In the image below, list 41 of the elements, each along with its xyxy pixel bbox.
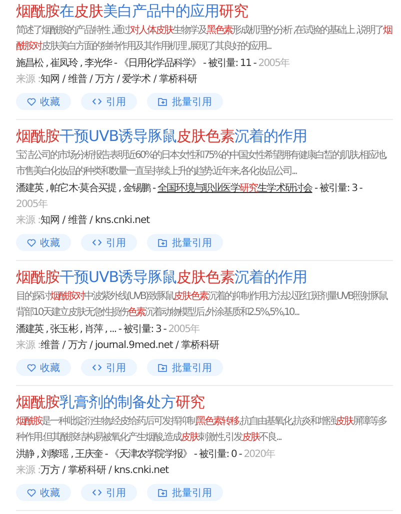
article-title[interactable]: 烟酰胺在皮肤美白产品中的应用研究: [16, 3, 393, 20]
folder-plus-icon: [158, 98, 168, 106]
source-list: 来源 :知网 / 维普 / 万方 / 爱学术 / 掌桥科研: [16, 72, 393, 88]
article-meta: 潘建英 , 张玉彬 , 肖萍 , ... - 被引量: 3 - 2005年: [16, 322, 200, 337]
article-title[interactable]: 烟酰胺干预UVB诱导豚鼠皮肤色素沉着的作用: [16, 128, 393, 145]
code-icon: [92, 489, 102, 496]
heart-icon: [27, 98, 36, 106]
favorite-button[interactable]: 收藏: [16, 359, 71, 376]
source-list: 来源 :维普 / 万方 / journal.9med.net / 掌桥科研: [16, 338, 393, 354]
heart-icon: [27, 238, 36, 246]
cite-button[interactable]: 引用: [81, 484, 137, 501]
article-meta: 洪静 , 刘黎瑶 , 王庆奎 - 《天津农学院学报》 - 被引量: 0 - 2020年: [16, 448, 276, 462]
favorite-button[interactable]: 收藏: [16, 93, 71, 110]
favorite-button[interactable]: 收藏: [16, 234, 71, 251]
heart-icon: [27, 364, 36, 372]
article-title[interactable]: 烟酰胺乳膏剂的制备处方研究: [16, 394, 393, 411]
article-abstract: 烟酰胺是一种吡啶衍生物,经皮给药后可发挥抑制黑色素转移,抗自由基氧化,抗炎和增强皮肤屏障等多种作用.但其酰胺结构易被氧化产生烟酸,造成皮肤刺激性,引发皮肤不良...: [16, 414, 388, 445]
article-abstract: 简述了烟酰胺的产品特性 ,通过对人体皮肤生物学及黑色素形成机理的分析 ,在试验的基础上 ,说明了烟酰胺对皮肤美白方面的独特作用及其作用机理 ,展现了其良好的应用...: [16, 24, 393, 54]
article-meta: 潘建英 , 帕它木·莫合买提 , 金锡鹏 - 全国环境与职业医学研究生学术研讨会 - 被引量: 3 - 2005年: [16, 182, 364, 212]
cite-button[interactable]: 引用: [81, 234, 137, 251]
code-icon: [92, 239, 102, 246]
batch-cite-button[interactable]: 批量引用: [147, 359, 223, 376]
article-title[interactable]: 烟酰胺干预UVB诱导豚鼠皮肤色素沉着的作用: [16, 269, 393, 286]
article-abstract: 宝洁公司的市场分析报告表明近60%的日本女性和75%的中国女性希望拥有健康白皙的肌肤,相应地,市售美白化妆品的种类和数量一直呈持续上升的趋势.近年来,各化妆品公司...: [16, 148, 388, 179]
favorite-button[interactable]: 收藏: [16, 484, 71, 501]
folder-plus-icon: [158, 488, 168, 496]
folder-plus-icon: [158, 364, 168, 372]
cite-button[interactable]: 引用: [81, 93, 137, 110]
source-list: 来源 :知网 / 维普 / kns.cnki.net: [16, 213, 393, 229]
source-list: 来源 :万方 / 掌桥科研 / kns.cnki.net: [16, 463, 393, 479]
batch-cite-button[interactable]: 批量引用: [147, 234, 223, 251]
article-abstract: 目的探讨烟酰胺对中波紫外线(UVB)致豚鼠皮肤色素沉着的抑制作用.方法以亚红斑剂量UVB照射豚鼠背部10天建立皮肤无急性损伤色素沉着动物模型后,外涂基质和2.5%,5%,10...: [16, 290, 389, 320]
code-icon: [92, 364, 102, 371]
folder-plus-icon: [158, 238, 168, 246]
heart-icon: [27, 488, 36, 496]
article-meta: 施昌松 , 崔凤玲 , 李光华 - 《日用化学品科学》 - 被引量: 11 - 2005年: [16, 56, 290, 71]
code-icon: [92, 98, 102, 105]
conference-link[interactable]: 全国环境与职业医学研究生学术研讨会: [158, 183, 312, 194]
cite-button[interactable]: 引用: [81, 359, 137, 376]
batch-cite-button[interactable]: 批量引用: [147, 93, 223, 110]
batch-cite-button[interactable]: 批量引用: [147, 484, 223, 501]
